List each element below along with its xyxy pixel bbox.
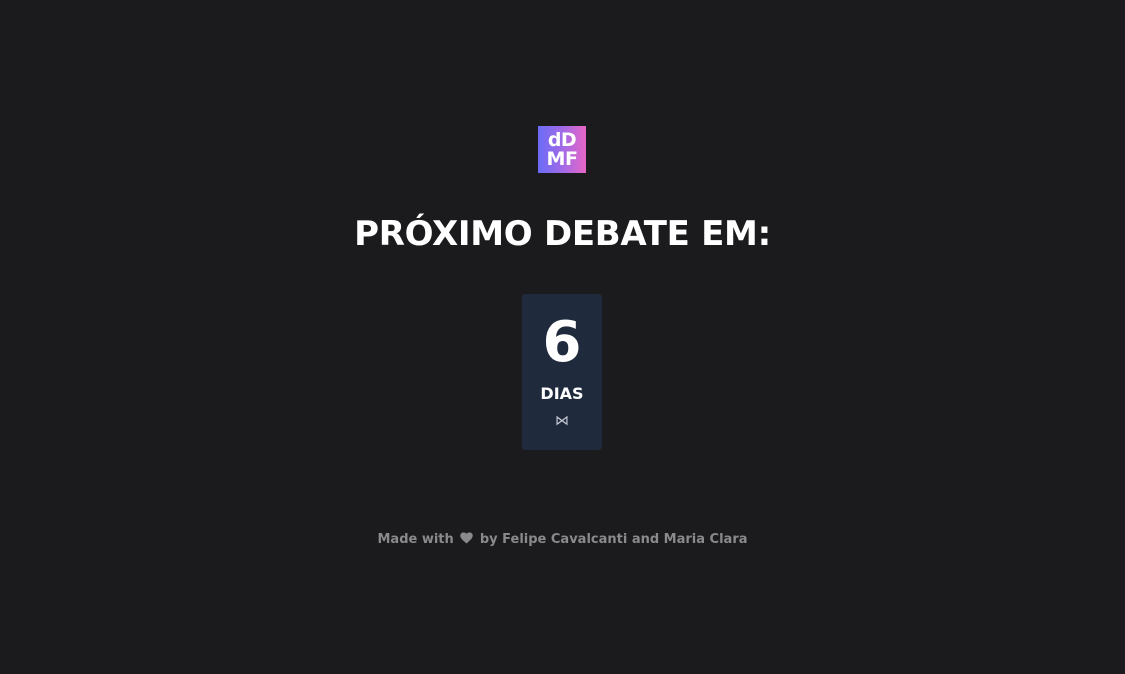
footer-text-after: by Felipe Cavalcanti and Maria Clara bbox=[479, 532, 748, 547]
footer-credits: Made with by Felipe Cavalcanti and Maria… bbox=[0, 531, 1125, 549]
countdown-page: dD MF PRÓXIMO DEBATE EM: 6 DIAS ⋈ Made w… bbox=[0, 0, 1125, 674]
days-count-unit: DIAS bbox=[540, 384, 584, 403]
page-title: PRÓXIMO DEBATE EM: bbox=[354, 214, 771, 254]
logo-text-line-2: MF bbox=[546, 147, 578, 170]
heart-icon bbox=[460, 532, 474, 544]
bowtie-icon: ⋈ bbox=[555, 413, 569, 429]
ddmf-logo: dD MF bbox=[538, 126, 586, 173]
days-count-value: 6 bbox=[542, 310, 582, 375]
logo-text-line-1: dD bbox=[547, 128, 577, 151]
days-countdown-card: 6 DIAS ⋈ bbox=[522, 294, 602, 450]
footer-text-before: Made with bbox=[377, 532, 454, 547]
